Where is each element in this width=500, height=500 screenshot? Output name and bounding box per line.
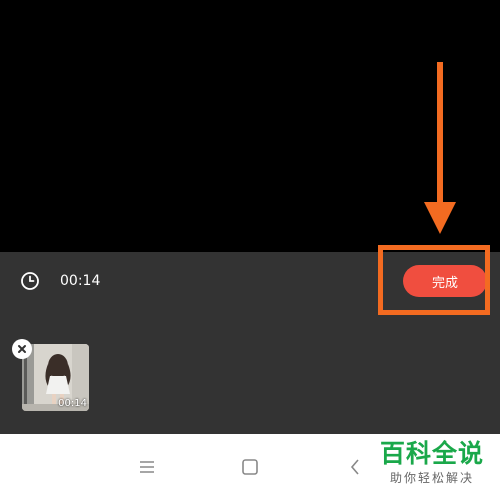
watermark-subtitle: 助你轻松解决: [389, 471, 474, 485]
close-icon: [18, 345, 26, 353]
watermark-title: 百科全说: [379, 439, 484, 468]
clip-duration: 00:14: [58, 398, 87, 409]
menu-button[interactable]: [136, 456, 158, 478]
clock-icon: [20, 271, 40, 291]
watermark: 百科全说 助你轻松解决: [372, 438, 492, 486]
home-square-icon: [242, 459, 258, 475]
menu-icon: [140, 461, 154, 473]
remove-clip-button[interactable]: [12, 339, 32, 359]
home-button[interactable]: [239, 456, 261, 478]
total-duration: 00:14: [60, 273, 101, 289]
duration-row: 00:14: [20, 269, 100, 293]
annotation-arrow-icon: [424, 62, 456, 234]
video-editor-screen: 00:14 完成 00:14 百科全说 助你轻松解决: [0, 0, 500, 500]
back-button[interactable]: [344, 456, 366, 478]
clip-thumbnail[interactable]: 00:14: [22, 344, 89, 411]
back-icon: [350, 459, 359, 475]
done-button[interactable]: 完成: [403, 265, 487, 297]
